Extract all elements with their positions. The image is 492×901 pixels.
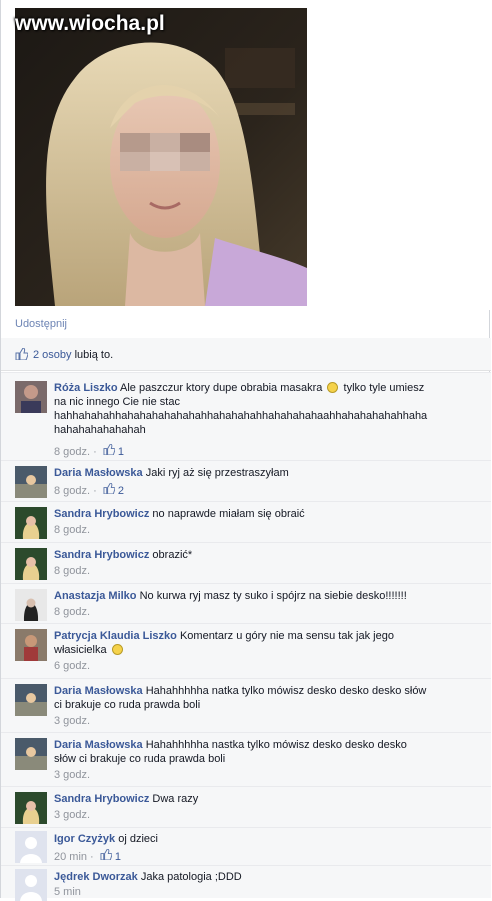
comment-like-count[interactable]: 1 xyxy=(115,851,121,863)
comment-text: tylko tyle umiesz xyxy=(343,382,425,394)
comment-item: Daria Masłowska Hahahhhhha nastka tylko … xyxy=(1,732,491,787)
avatar[interactable] xyxy=(15,684,47,716)
comment-item: Sandra Hrybowicz no naprawde miałam się … xyxy=(1,501,491,543)
share-link[interactable]: Udostępnij xyxy=(15,318,67,330)
comment-author[interactable]: Anastazja Milko xyxy=(54,590,137,602)
avatar[interactable] xyxy=(15,381,47,413)
thumbs-up-icon[interactable] xyxy=(100,848,113,863)
comment-time[interactable]: 8 godz. xyxy=(54,565,90,577)
comment-like-count[interactable]: 2 xyxy=(118,485,124,497)
comment-text: Hahahhhhha natka tylko mówisz desko desk… xyxy=(145,685,427,697)
comment-time[interactable]: 8 godz. xyxy=(54,524,90,536)
comment-author[interactable]: Jędrek Dworzak xyxy=(54,871,138,883)
comment-author[interactable]: Daria Masłowska xyxy=(54,685,143,697)
comment-item: Sandra Hrybowicz obrazić* 8 godz. xyxy=(1,542,491,584)
comment-text: Ale paszczur ktory dupe obrabia masakra xyxy=(120,382,323,394)
post-photo[interactable] xyxy=(15,8,307,306)
comment-author[interactable]: Sandra Hrybowicz xyxy=(54,508,149,520)
comment-text: obrazić* xyxy=(152,549,193,561)
avatar[interactable] xyxy=(15,869,47,901)
comment-time[interactable]: 3 godz. xyxy=(54,769,90,781)
avatar[interactable] xyxy=(15,629,47,661)
comment-text: słów ci brakuje co ruda prawda boli xyxy=(54,753,226,765)
smiley-icon xyxy=(111,644,123,655)
comment-author[interactable]: Igor Czyżyk xyxy=(54,833,115,845)
avatar[interactable] xyxy=(15,738,47,770)
comment-text: Dwa razy xyxy=(152,793,199,805)
watermark-text: www.wiocha.pl xyxy=(15,12,165,35)
comment-time[interactable]: 6 godz. xyxy=(54,660,90,672)
comment-item: Patrycja Klaudia Liszko Komentarz u góry… xyxy=(1,623,491,679)
avatar[interactable] xyxy=(15,466,47,498)
comment-time[interactable]: 20 min xyxy=(54,851,87,863)
comment-item: Igor Czyżyk oj dzieci 20 min · 1 xyxy=(1,827,491,866)
comment-text: hahahahahahahah xyxy=(54,424,146,436)
comment-text: własicielka xyxy=(54,644,107,656)
comment-text: ci brakuje co ruda prawda boli xyxy=(54,699,201,711)
comment-text: no naprawde miałam się obraić xyxy=(152,508,305,520)
thumbs-up-icon xyxy=(15,347,29,363)
comment-author[interactable]: Sandra Hrybowicz xyxy=(54,549,149,561)
comment-text: No kurwa ryj masz ty suko i spójrz na si… xyxy=(139,590,407,602)
avatar[interactable] xyxy=(15,792,47,824)
likes-rest-text: lubią to. xyxy=(74,349,114,361)
likes-count-link[interactable]: 2 osoby xyxy=(33,349,72,361)
comment-text: na nic innego Cie nie stac xyxy=(54,396,180,408)
comment-text: hahhahahahhahahahahahahahhahahahahhahaha… xyxy=(54,410,428,422)
comment-item: Daria Masłowska Jaki ryj aż się przestra… xyxy=(1,460,491,502)
comment-text: Jaki ryj aż się przestraszyłam xyxy=(145,467,289,479)
comment-item: Daria Masłowska Hahahhhhha natka tylko m… xyxy=(1,678,491,733)
comment-time[interactable]: 3 godz. xyxy=(54,809,90,821)
comment-author[interactable]: Róża Liszko xyxy=(54,382,118,394)
avatar[interactable] xyxy=(15,589,47,621)
comment-time[interactable]: 8 godz. xyxy=(54,485,90,497)
photo-area: www.wiocha.pl xyxy=(1,0,491,310)
comment-time[interactable]: 3 godz. xyxy=(54,715,90,727)
avatar[interactable] xyxy=(15,831,47,863)
comment-item: Jędrek Dworzak Jaka patologia ;DDD 5 min xyxy=(1,865,491,901)
avatar[interactable] xyxy=(15,548,47,580)
comment-item: Sandra Hrybowicz Dwa razy 3 godz. xyxy=(1,786,491,828)
thumbs-up-icon[interactable] xyxy=(103,443,116,458)
comment-author[interactable]: Daria Masłowska xyxy=(54,739,143,751)
comment-item: Anastazja Milko No kurwa ryj masz ty suk… xyxy=(1,583,491,624)
comments-list: Róża Liszko Ale paszczur ktory dupe obra… xyxy=(1,372,491,901)
comment-text: Komentarz u góry nie ma sensu tak jak je… xyxy=(179,630,394,642)
facebook-photo-post: www.wiocha.pl Udostępnij 2 osoby lubią t… xyxy=(0,0,491,901)
avatar[interactable] xyxy=(15,507,47,539)
comment-time[interactable]: 8 godz. xyxy=(54,606,90,618)
comment-text: oj dzieci xyxy=(118,833,158,845)
smiley-icon xyxy=(327,382,339,393)
comment-time[interactable]: 8 godz. xyxy=(54,446,90,458)
comment-text: Jaka patologia ;DDD xyxy=(140,871,242,883)
thumbs-up-icon[interactable] xyxy=(103,482,116,497)
comment-author[interactable]: Sandra Hrybowicz xyxy=(54,793,149,805)
comment-like-count[interactable]: 1 xyxy=(118,446,124,458)
likes-summary: 2 osoby lubią to. xyxy=(1,338,491,371)
comment-item: Róża Liszko Ale paszczur ktory dupe obra… xyxy=(1,372,491,461)
comment-text: Hahahhhhha nastka tylko mówisz desko des… xyxy=(145,739,407,751)
comment-time[interactable]: 5 min xyxy=(54,886,81,898)
comment-author[interactable]: Patrycja Klaudia Liszko xyxy=(54,630,177,642)
comment-author[interactable]: Daria Masłowska xyxy=(54,467,143,479)
